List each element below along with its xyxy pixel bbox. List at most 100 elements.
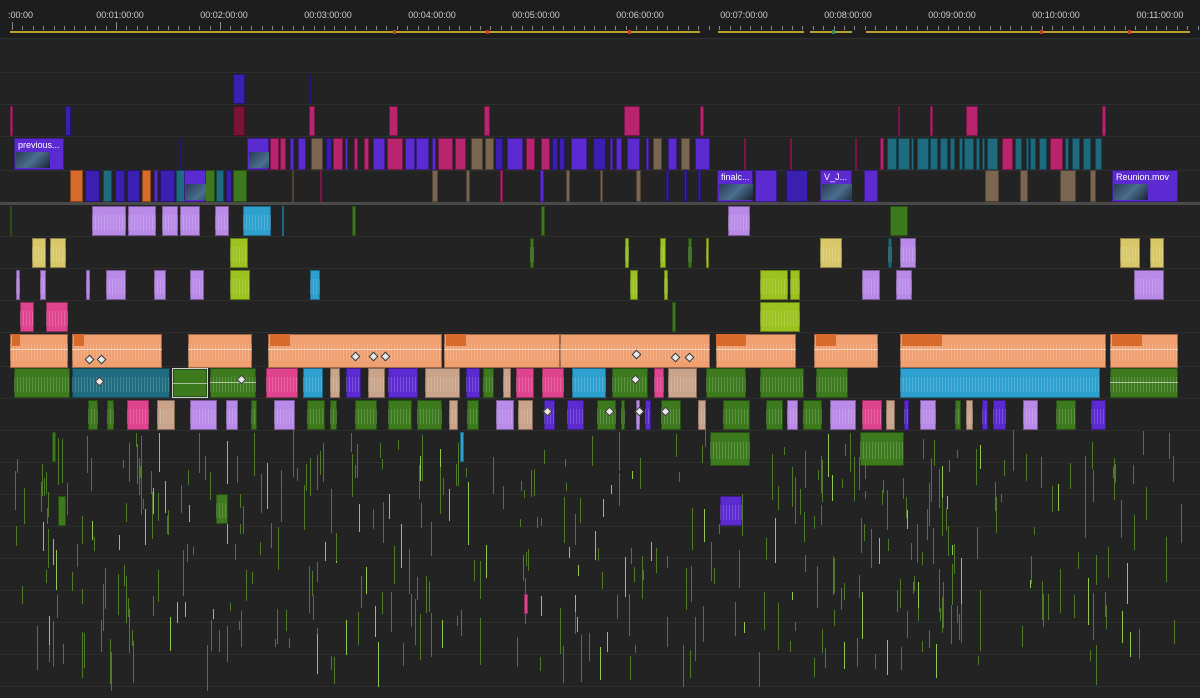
timeline-clip[interactable] [904,400,909,430]
timeline-clip[interactable] [1039,138,1047,170]
timeline-clip[interactable] [20,302,34,332]
timeline-clip[interactable] [728,206,750,236]
volume-rubberband[interactable] [210,382,256,383]
timeline-clip[interactable] [542,368,564,398]
timeline-clip[interactable] [172,368,208,398]
timeline-clip[interactable] [1120,238,1140,268]
timeline-clip[interactable] [930,138,938,170]
timeline-clip[interactable] [70,170,83,202]
volume-rubberband[interactable] [716,349,796,350]
timeline-clip[interactable] [1060,170,1076,202]
timeline-clip[interactable] [230,238,248,268]
clip-v-j[interactable]: V_J... [820,170,852,202]
timeline-clip[interactable] [955,400,961,430]
timeline-clip[interactable] [855,138,857,170]
timeline-clip[interactable] [65,106,71,136]
timeline-clip[interactable] [280,138,286,170]
timeline-clip[interactable] [966,400,973,430]
timeline-clip[interactable] [985,170,999,202]
timeline-clip[interactable] [85,170,100,202]
timeline-clip[interactable] [251,400,257,430]
timeline-clip[interactable] [50,238,66,268]
timeline-clip[interactable] [860,432,904,466]
timeline-marker[interactable] [486,30,489,34]
timeline-clip[interactable] [484,106,490,136]
timeline-clip[interactable] [103,170,112,202]
timeline-clip[interactable] [496,400,514,430]
timeline-clip[interactable] [896,270,912,300]
timeline-clip[interactable] [987,138,998,170]
timeline-clip[interactable] [616,138,622,170]
timeline-clip[interactable] [959,138,963,170]
volume-rubberband[interactable] [10,349,68,350]
video-audio-divider[interactable] [0,202,1200,205]
timeline-clip[interactable] [416,138,429,170]
timeline-clip[interactable] [46,302,68,332]
timeline-clip[interactable] [1056,400,1076,430]
timeline-clip[interactable] [888,238,892,268]
timeline-clip[interactable] [610,138,613,170]
timeline-clip[interactable] [572,368,606,398]
timeline-clip[interactable] [567,400,584,430]
timeline-clip[interactable] [911,138,914,170]
timeline-clip[interactable] [307,400,325,430]
timeline-clip[interactable] [917,138,929,170]
timeline-clip[interactable] [950,138,955,170]
timeline-clip[interactable] [216,170,224,202]
timeline-clip[interactable] [900,238,916,268]
timeline-clip[interactable] [880,138,884,170]
timeline-clip[interactable] [345,138,348,170]
timeline-clip[interactable] [668,368,697,398]
timeline-clip[interactable] [654,368,664,398]
timeline-clip[interactable] [1072,138,1080,170]
timeline-clip[interactable] [233,170,247,202]
timeline-clip[interactable] [624,106,640,136]
timeline-clip[interactable] [976,138,980,170]
timeline-clip[interactable] [666,170,669,202]
timeline-clip[interactable] [320,170,322,202]
timeline-clip[interactable] [88,400,98,430]
timeline-clip[interactable] [389,106,398,136]
timeline-clip[interactable] [695,138,710,170]
timeline-clip[interactable] [58,496,66,526]
timeline-clip[interactable] [467,400,479,430]
timeline-clip[interactable] [664,270,668,300]
timeline-clip[interactable] [368,368,385,398]
timeline-clip[interactable] [1134,270,1164,300]
timeline-clip[interactable] [190,400,217,430]
timeline-marker[interactable] [1128,30,1131,34]
timeline-clip[interactable] [115,170,125,202]
clip-reunion[interactable]: Reunion.mov [1112,170,1178,202]
timeline-clip[interactable] [354,138,358,170]
timeline-clip[interactable] [698,170,701,202]
music-clip[interactable] [72,334,162,368]
timeline-clip[interactable] [516,368,534,398]
timeline-clip[interactable] [1030,138,1036,170]
timeline-clip[interactable] [920,400,936,430]
timeline-clip[interactable] [524,594,528,614]
timeline-clip[interactable] [466,368,480,398]
timeline-clip[interactable] [290,138,294,170]
timeline-clip[interactable] [310,74,312,104]
timeline-clip[interactable] [526,138,535,170]
timeline-clip[interactable] [593,138,606,170]
timeline-clip[interactable] [571,138,587,170]
timeline-clip[interactable] [790,270,800,300]
timeline-clip[interactable] [887,138,897,170]
timeline-clip[interactable] [355,400,377,430]
timeline-clip[interactable] [460,432,464,462]
volume-rubberband[interactable] [900,349,1106,350]
timeline-clip[interactable] [681,138,690,170]
timeline-clip[interactable] [830,400,856,430]
timeline-clip[interactable] [541,206,545,236]
timeline-clip[interactable] [600,170,603,202]
timeline-clip[interactable] [1015,138,1022,170]
timeline-clip[interactable] [40,270,46,300]
timeline-clip[interactable] [1050,138,1063,170]
volume-rubberband[interactable] [444,349,560,350]
timeline-clip[interactable] [723,400,750,430]
timeline-clip[interactable] [1091,400,1106,430]
timeline-clip[interactable] [612,368,648,398]
timeline-clip[interactable] [786,170,808,202]
timeline-clip[interactable] [180,206,200,236]
